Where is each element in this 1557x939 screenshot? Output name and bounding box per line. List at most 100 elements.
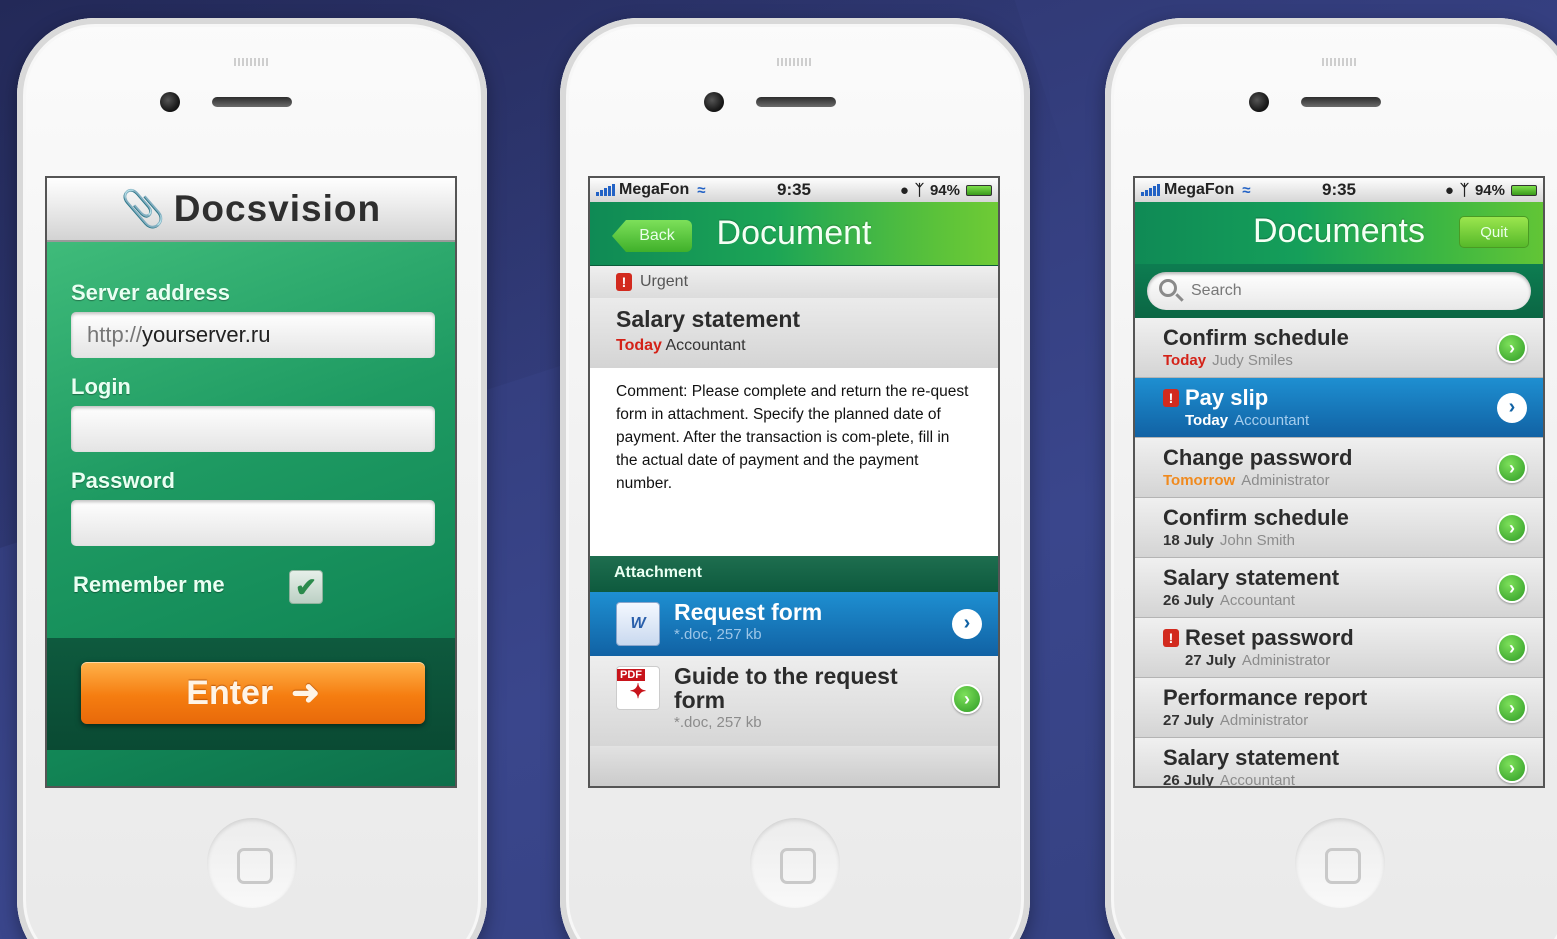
chevron-right-icon[interactable]: › [1497,693,1527,723]
document-navbar: Back Document [590,202,998,266]
camera-icon [1249,92,1269,112]
list-item[interactable]: ! Pay slip Today Accountant › [1135,378,1543,438]
list-item-title-row: Salary statement [1163,746,1515,770]
speaker-grille [1301,97,1381,107]
lock-rotation-icon: ● [899,181,909,199]
attachment-meta: *.doc, 257 kb [674,626,762,643]
document-date: Today [616,337,662,354]
chevron-right-icon[interactable]: › [952,684,982,714]
carrier-name: MegaFon [619,181,690,198]
clock: 9:35 [1321,180,1357,199]
list-item-subtitle: 26 July Accountant [1163,592,1515,609]
battery-icon [1511,184,1537,196]
list-item-author: Accountant [1219,592,1295,609]
status-bar: MegaFon ≈ 9:35 ● ᛉ 94% [590,178,998,202]
brand-title: Docsvision [173,188,382,229]
server-prefix: http:// [87,322,143,347]
enter-label: Enter [186,673,274,712]
list-item[interactable]: ! Reset password 27 July Administrator › [1135,618,1543,678]
home-button[interactable] [207,818,297,908]
chevron-right-icon[interactable]: › [1497,513,1527,543]
list-item-title-row: Salary statement [1163,566,1515,590]
server-address-label: Server address [71,280,230,305]
list-item-author: Judy Smiles [1212,352,1293,369]
status-bar: MegaFon ≈ 9:35 ● ᛉ 94% [1135,178,1543,202]
list-item-author: Accountant [1234,412,1310,429]
list-item-date: 26 July [1163,772,1214,788]
bluetooth-icon: ᛉ [1459,181,1469,199]
document-author: Accountant [665,337,746,354]
chevron-right-icon[interactable]: › [1497,573,1527,603]
login-field[interactable] [71,406,435,452]
urgent-label: Urgent [640,273,689,290]
list-item-title-row: ! Reset password [1163,626,1515,650]
list-item-title: Confirm schedule [1163,325,1349,350]
camera-icon [160,92,180,112]
clock: 9:35 [776,180,812,199]
list-item-title: Salary statement [1163,565,1340,590]
document-comment: Comment: Please complete and return the … [590,368,998,556]
document-screen: MegaFon ≈ 9:35 ● ᛉ 94% Back Document ! U… [588,176,1000,788]
chevron-right-icon[interactable]: › [1497,453,1527,483]
speaker-grille [212,97,292,107]
signal-icon [1141,184,1160,196]
quit-button[interactable]: Quit [1459,216,1529,248]
password-field[interactable] [71,500,435,546]
document-title: Salary statement [616,306,801,332]
search-input[interactable]: Search [1147,272,1531,310]
list-item-date: 27 July [1163,712,1214,729]
document-nav-title: Document [716,214,872,252]
list-item[interactable]: Confirm schedule 18 July John Smith › [1135,498,1543,558]
list-item-title-row: Performance report [1163,686,1515,710]
sensor-slot [234,58,270,66]
list-item-date: Today [1185,412,1229,429]
documents-screen: MegaFon ≈ 9:35 ● ᛉ 94% Documents Quit Se… [1133,176,1545,788]
sensor-slot [1322,58,1358,66]
attachment-title: Request form [674,599,823,625]
attachment-item[interactable]: PDF ✦ Guide to the request form *.doc, 25… [590,656,998,746]
list-item[interactable]: Change password Tomorrow Administrator › [1135,438,1543,498]
list-item-date: 18 July [1163,532,1214,549]
wifi-icon: ≈ [697,181,706,199]
chevron-right-icon[interactable]: › [1497,393,1527,423]
home-button[interactable] [750,818,840,908]
list-item-title-row: Confirm schedule [1163,326,1515,350]
list-item-title: Pay slip [1185,385,1269,410]
list-item-subtitle: 27 July Administrator [1163,712,1515,729]
list-item-title-row: Change password [1163,446,1515,470]
chevron-right-icon[interactable]: › [1497,633,1527,663]
chevron-right-icon[interactable]: › [1497,753,1527,783]
remember-me-checkbox[interactable]: ✔ [289,570,323,604]
list-item[interactable]: Salary statement 26 July Accountant › [1135,558,1543,618]
login-screen: 📎 Docsvision Server address http://yours… [45,176,457,788]
urgent-icon: ! [1163,389,1179,407]
list-item[interactable]: Confirm schedule Today Judy Smiles › [1135,318,1543,378]
battery-icon [966,184,992,196]
server-value: yourserver.ru [142,322,271,347]
list-item-subtitle: Today Judy Smiles [1163,352,1515,369]
attachment-title: Guide to the request form [674,663,898,713]
list-item-date: Today [1163,352,1207,369]
list-item-title: Reset password [1185,625,1354,650]
list-item-title: Confirm schedule [1163,505,1349,530]
list-item[interactable]: Salary statement 26 July Accountant › [1135,738,1543,788]
signal-icon [596,184,615,196]
phone-login: 📎 Docsvision Server address http://yours… [17,18,487,939]
list-item-subtitle: 27 July Administrator [1163,652,1515,669]
enter-button[interactable]: Enter ➜ [81,662,425,724]
home-button[interactable] [1295,818,1385,908]
attachment-item[interactable]: W Request form *.doc, 257 kb › [590,592,998,656]
list-item-author: Administrator [1219,712,1309,729]
checkmark-icon: ✔ [295,572,317,602]
chevron-right-icon[interactable]: › [1497,333,1527,363]
list-item-title-row: Confirm schedule [1163,506,1515,530]
chevron-right-icon[interactable]: › [952,609,982,639]
list-item[interactable]: Performance report 27 July Administrator › [1135,678,1543,738]
arrow-right-icon: ➜ [291,674,320,712]
server-address-field[interactable]: http://yourserver.ru [71,312,435,358]
list-item-subtitle: 18 July John Smith [1163,532,1515,549]
list-item-title: Salary statement [1163,745,1340,770]
lock-rotation-icon: ● [1444,181,1454,199]
urgent-icon: ! [616,273,632,291]
sensor-slot [777,58,813,66]
